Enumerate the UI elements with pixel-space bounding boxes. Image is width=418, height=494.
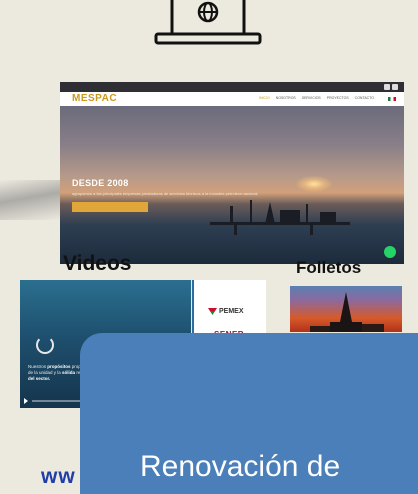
- caption-bold-3: del sector.: [28, 376, 51, 381]
- pemex-logo-text: PEMEX: [219, 308, 244, 315]
- drilling-rig-silhouette: [310, 292, 384, 332]
- folletos-heading: Folletos: [296, 258, 362, 277]
- caption-bold-1: propósitos: [47, 364, 71, 369]
- menu-item-nosotros[interactable]: NOSOTROS: [276, 96, 296, 100]
- play-icon[interactable]: [24, 398, 28, 404]
- loading-spinner-icon: [36, 336, 54, 354]
- site-top-strip: [60, 82, 404, 92]
- caption-text-3: y la: [52, 370, 63, 375]
- site-logo[interactable]: MESPAC: [72, 93, 117, 104]
- menu-item-proyectos[interactable]: PROYECTOS: [327, 96, 349, 100]
- pemex-logo: PEMEX: [208, 308, 244, 315]
- whatsapp-icon[interactable]: [384, 246, 396, 258]
- mail-icon[interactable]: [384, 84, 390, 90]
- website-screenshot[interactable]: MESPAC INICIO NOSOTROS SERVICIOS PROYECT…: [60, 82, 404, 264]
- caption-text-1: Nuestros: [28, 364, 48, 369]
- website-url-fragment[interactable]: ww: [41, 465, 76, 489]
- pemex-eagle-icon: [208, 308, 217, 315]
- videos-heading: Videos: [63, 252, 132, 275]
- menu-item-servicios[interactable]: SERVICIOS: [302, 96, 321, 100]
- laptop-globe-icon: [154, 0, 262, 45]
- hero-tagline: agrupamos a las principales empresas pre…: [72, 191, 258, 196]
- renewal-card-label: Renovación de: [140, 450, 341, 483]
- social-icon[interactable]: [392, 84, 398, 90]
- caption-bold-2: sólida: [62, 370, 76, 375]
- decorative-shadow: [0, 180, 60, 220]
- mexico-flag-icon[interactable]: [388, 97, 396, 101]
- renewal-card[interactable]: Renovación de: [80, 333, 418, 494]
- hero-cta-button[interactable]: [72, 202, 148, 212]
- menu-item-inicio[interactable]: INICIO: [259, 96, 270, 100]
- oil-platform-silhouette: [210, 200, 350, 235]
- site-navbar: MESPAC INICIO NOSOTROS SERVICIOS PROYECT…: [60, 92, 404, 106]
- hero-title: DESDE 2008: [72, 178, 129, 188]
- hero-banner: DESDE 2008 agrupamos a las principales e…: [60, 106, 404, 264]
- folleto-thumbnail[interactable]: [290, 286, 402, 332]
- site-menu: INICIO NOSOTROS SERVICIOS PROYECTOS CONT…: [259, 96, 374, 100]
- sunset-glow: [296, 176, 332, 192]
- menu-item-contacto[interactable]: CONTACTO: [355, 96, 374, 100]
